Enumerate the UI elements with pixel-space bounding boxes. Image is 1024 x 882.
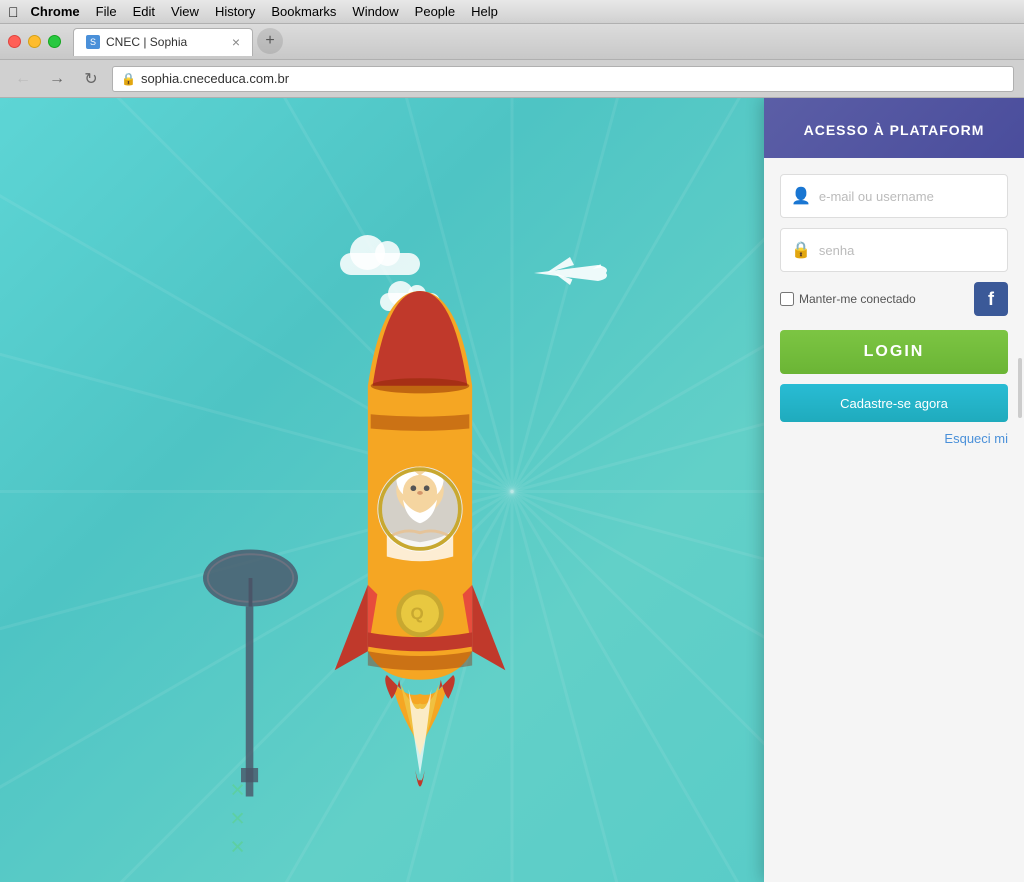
facebook-login-button[interactable]: f — [974, 282, 1008, 316]
menu-window[interactable]: Window — [352, 4, 398, 19]
page-background: ✕ ✕ ✕ — [0, 98, 1024, 882]
svg-text:Q: Q — [411, 604, 424, 623]
lock-icon: 🔒 — [121, 72, 136, 86]
nav-bar: ← → ↻ 🔒 sophia.cneceduca.com.br — [0, 60, 1024, 98]
remember-me-checkbox[interactable] — [780, 292, 794, 306]
menu-people[interactable]: People — [415, 4, 455, 19]
new-tab-button[interactable]: + — [257, 28, 283, 54]
back-button[interactable]: ← — [10, 66, 36, 92]
password-input[interactable] — [819, 243, 997, 258]
browser-content: ✕ ✕ ✕ — [0, 98, 1024, 882]
menu-help[interactable]: Help — [471, 4, 498, 19]
traffic-lights — [8, 35, 61, 48]
user-icon: 👤 — [791, 186, 811, 206]
svg-text:✕: ✕ — [230, 838, 246, 859]
tab-close-icon[interactable]: × — [232, 35, 240, 49]
options-row: Manter-me conectado f — [780, 282, 1008, 316]
remember-me-text: Manter-me conectado — [799, 292, 916, 306]
menu-bar:  Chrome File Edit View History Bookmark… — [0, 0, 1024, 24]
lock-icon: 🔒 — [791, 240, 811, 260]
refresh-button[interactable]: ↻ — [78, 66, 104, 92]
register-button[interactable]: Cadastre-se agora — [780, 384, 1008, 422]
menu-view[interactable]: View — [171, 4, 199, 19]
panel-scrollbar[interactable] — [1018, 358, 1022, 418]
login-panel: ACESSO À PLATAFORM 👤 🔒 — [764, 98, 1024, 882]
panel-header-title: ACESSO À PLATAFORM — [780, 122, 1008, 138]
login-button[interactable]: LOGIN — [780, 330, 1008, 374]
menu-chrome[interactable]: Chrome — [31, 4, 80, 19]
svg-text:✕: ✕ — [230, 781, 246, 802]
menu-edit[interactable]: Edit — [133, 4, 155, 19]
panel-body: 👤 🔒 Manter-me conectado f — [764, 158, 1024, 464]
forward-button[interactable]: → — [44, 66, 70, 92]
menu-bookmarks[interactable]: Bookmarks — [271, 4, 336, 19]
svg-text:✕: ✕ — [230, 809, 246, 830]
apple-menu[interactable]:  — [8, 4, 19, 20]
menu-file[interactable]: File — [96, 4, 117, 19]
panel-header: ACESSO À PLATAFORM — [764, 98, 1024, 158]
close-button[interactable] — [8, 35, 21, 48]
email-input[interactable] — [819, 189, 997, 204]
chrome-window: S CNEC | Sophia × + ← → ↻ 🔒 sophia.cnece… — [0, 24, 1024, 882]
address-bar[interactable]: 🔒 sophia.cneceduca.com.br — [112, 66, 1014, 92]
maximize-button[interactable] — [48, 35, 61, 48]
tab-title: CNEC | Sophia — [106, 35, 187, 49]
title-bar: S CNEC | Sophia × + — [0, 24, 1024, 60]
minimize-button[interactable] — [28, 35, 41, 48]
tab-bar: S CNEC | Sophia × + — [73, 28, 1016, 56]
remember-me-label[interactable]: Manter-me conectado — [780, 292, 916, 306]
rocket-illustration: Q — [290, 272, 550, 822]
password-input-group: 🔒 — [780, 228, 1008, 272]
email-input-group: 👤 — [780, 174, 1008, 218]
tab-favicon: S — [86, 35, 100, 49]
forgot-password-link[interactable]: Esqueci mi — [944, 431, 1008, 446]
menu-history[interactable]: History — [215, 4, 255, 19]
url-text: sophia.cneceduca.com.br — [141, 71, 289, 86]
active-tab[interactable]: S CNEC | Sophia × — [73, 28, 253, 56]
menu-items: Chrome File Edit View History Bookmarks … — [31, 4, 498, 19]
